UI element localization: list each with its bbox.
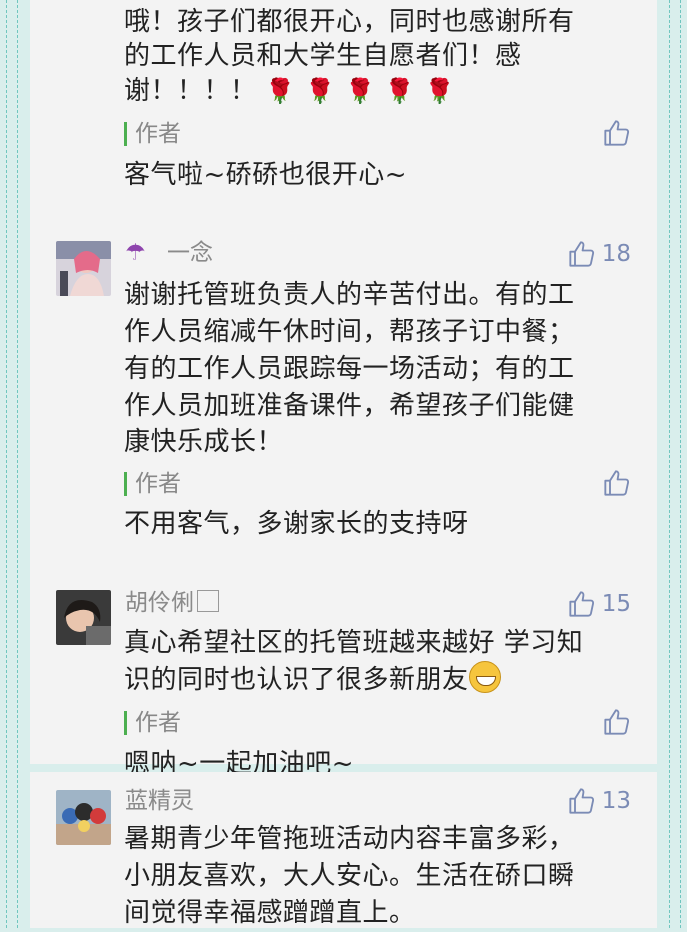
- thumbs-up-icon: [604, 120, 630, 146]
- comment-line: 谢！！！！ 🌹🌹🌹🌹🌹: [124, 73, 465, 110]
- comment-line: 有的工作人员跟踪每一场活动；有的工: [124, 354, 575, 384]
- right-border: [669, 0, 681, 928]
- commenter-name: 胡伶俐: [125, 589, 219, 617]
- commenter-name-text: 一念: [166, 240, 213, 266]
- like-count: 15: [601, 591, 631, 617]
- left-border: [6, 0, 18, 928]
- avatar[interactable]: [56, 590, 111, 645]
- like-button[interactable]: [603, 708, 631, 736]
- umbrella-icon: ☂: [125, 240, 146, 266]
- author-reply-label: 作者: [124, 122, 181, 146]
- comment-line-text: 识的同时也认识了很多新朋友: [124, 665, 469, 695]
- thumbs-up-icon: [604, 470, 630, 496]
- thumbs-up-icon: [569, 241, 594, 267]
- like-button[interactable]: 15: [568, 590, 631, 618]
- thumbs-up-icon: [604, 709, 630, 735]
- comment-line: 间觉得幸福感蹭蹭直上。: [124, 898, 416, 928]
- comment-line: 作人员缩减午休时间，帮孩子订中餐；: [124, 317, 575, 347]
- comments-panel: 哦！孩子们都很开心，同时也感谢所有 的工作人员和大学生自愿者们！感 谢！！！！ …: [30, 0, 657, 779]
- author-reply-label: 作者: [124, 711, 181, 735]
- rose-emoji-icon: 🌹🌹🌹🌹🌹: [265, 77, 465, 105]
- like-count: 13: [601, 788, 631, 814]
- thumbs-up-icon: [569, 591, 594, 617]
- comment-line: 真心希望社区的托管班越来越好 学习知: [124, 628, 584, 658]
- unknown-glyph-icon: [197, 590, 219, 612]
- comment-line: 的工作人员和大学生自愿者们！感: [124, 41, 522, 71]
- comment-line: 暑期青少年管拖班活动内容丰富多彩，: [124, 824, 575, 854]
- commenter-name: 蓝精灵: [125, 788, 194, 814]
- commenter-name: ☂ 一念: [125, 239, 213, 267]
- comment-line: 谢谢托管班负责人的辛苦付出。有的工: [124, 280, 575, 310]
- like-button[interactable]: 18: [568, 240, 631, 268]
- like-count: 18: [601, 241, 631, 267]
- like-button[interactable]: [603, 469, 631, 497]
- avatar[interactable]: [56, 790, 111, 845]
- commenter-name-text: 胡伶俐: [125, 590, 194, 616]
- comment-line: 哦！孩子们都很开心，同时也感谢所有: [124, 7, 575, 37]
- comment-line: 康快乐成长！: [124, 427, 284, 457]
- like-button[interactable]: [603, 119, 631, 147]
- comment-line: 作人员加班准备课件，希望孩子们能健: [124, 391, 575, 421]
- comment-line: 小朋友喜欢，大人安心。生活在硚口瞬: [124, 861, 575, 891]
- grin-emoji-icon: [468, 661, 501, 693]
- like-button[interactable]: 13: [568, 787, 631, 815]
- comments-panel: 蓝精灵 13 暑期青少年管拖班活动内容丰富多彩， 小朋友喜欢，大人安心。生活在硚…: [30, 772, 657, 928]
- thumbs-up-icon: [569, 788, 594, 814]
- reply-text: 不用客气，多谢家长的支持呀: [124, 509, 469, 539]
- avatar[interactable]: [56, 241, 111, 296]
- comment-line-text: 谢！！！！: [124, 76, 257, 106]
- author-reply-label: 作者: [124, 472, 181, 496]
- reply-text: 客气啦~硚硚也很开心~: [124, 160, 408, 190]
- comment-line: 识的同时也认识了很多新朋友: [124, 661, 501, 699]
